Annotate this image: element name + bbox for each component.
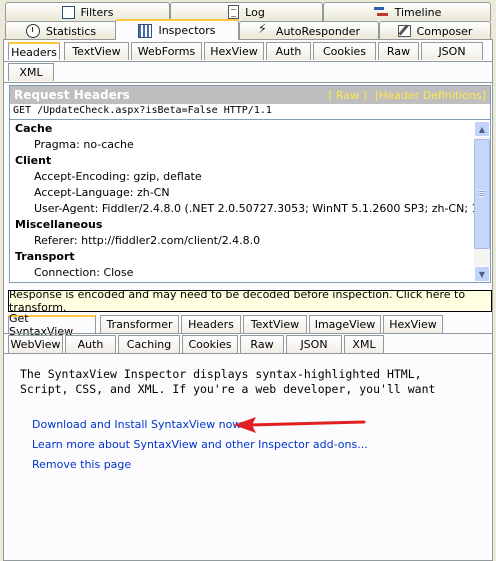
request-headers-title: Request Headers: [14, 88, 130, 102]
resp-tab-raw[interactable]: Raw: [240, 335, 284, 353]
resp-tab-label: Cookies: [188, 338, 232, 351]
resp-tab-label: JSON: [300, 338, 328, 351]
composer-icon: [397, 25, 411, 37]
tab-composer[interactable]: Composer: [379, 21, 491, 40]
header-item[interactable]: Accept-Encoding: gzip, deflate: [10, 169, 475, 185]
resp-tab-label: TextView: [250, 318, 300, 331]
tab-divider: [4, 61, 492, 62]
header-item[interactable]: Accept-Language: zh-CN: [10, 185, 475, 201]
learn-more-link[interactable]: Learn more about SyntaxView and other In…: [32, 438, 368, 451]
headers-scrollbar[interactable]: ▲ ▼: [474, 121, 490, 282]
resp-tab-imageview[interactable]: ImageView: [309, 315, 381, 333]
req-tab-label: XML: [19, 66, 43, 79]
req-tab-json[interactable]: JSON: [421, 42, 483, 60]
tab-divider: [4, 353, 492, 354]
resp-tab-headers[interactable]: Headers: [181, 315, 241, 333]
resp-tab-get-syntaxview[interactable]: Get SyntaxView: [8, 312, 96, 338]
req-tab-label: Headers: [11, 45, 57, 59]
header-item[interactable]: User-Agent: Fiddler/2.4.8.0 (.NET 2.0.50…: [10, 201, 475, 217]
resp-tab-label: HexView: [389, 318, 437, 331]
req-tab-textview[interactable]: TextView: [64, 42, 129, 60]
resp-tab-label: Caching: [126, 338, 172, 351]
header-group-transport[interactable]: Transport: [10, 249, 475, 265]
req-tab-cookies[interactable]: Cookies: [313, 42, 376, 60]
resp-tab-cookies[interactable]: Cookies: [182, 335, 238, 353]
scroll-down-arrow-icon[interactable]: ▼: [474, 266, 490, 282]
resp-tab-textview[interactable]: TextView: [243, 315, 307, 333]
resp-tab-hexview[interactable]: HexView: [383, 315, 443, 333]
resp-tab-label: WebView: [10, 338, 61, 351]
red-arrow-icon: [234, 417, 366, 433]
tab-autoresponder[interactable]: AutoResponder: [239, 21, 379, 40]
tab-inspectors[interactable]: Inspectors: [115, 19, 239, 40]
tab-timeline-label: Timeline: [394, 5, 442, 19]
decode-notice-bar[interactable]: Response is encoded and may need to be d…: [8, 288, 492, 314]
req-tab-label: TextView: [72, 45, 121, 58]
request-headers-titlebar: Request Headers [ Raw ] [Header Definiti…: [10, 86, 490, 104]
resp-tab-label: Headers: [188, 318, 234, 331]
tab-filters-label: Filters: [80, 5, 114, 19]
log-icon: [228, 5, 240, 19]
resp-tab-xml[interactable]: XML: [344, 335, 384, 353]
raw-link[interactable]: [ Raw ]: [328, 89, 367, 102]
header-item[interactable]: Connection: Close: [10, 265, 475, 281]
tab-statistics-label: Statistics: [45, 24, 97, 38]
resp-tab-transformer[interactable]: Transformer: [100, 315, 179, 333]
tab-statistics[interactable]: Statistics: [5, 21, 117, 40]
request-line[interactable]: GET /UpdateCheck.aspx?isBeta=False HTTP/…: [10, 104, 490, 120]
header-item[interactable]: Pragma: no-cache: [10, 137, 475, 153]
lightning-icon: [258, 22, 270, 38]
tab-timeline[interactable]: Timeline: [323, 2, 491, 21]
tab-inspectors-label: Inspectors: [158, 24, 216, 37]
inspectors-icon: [138, 23, 153, 38]
request-headers-view: Request Headers [ Raw ] [Header Definiti…: [9, 85, 491, 283]
header-group-cache[interactable]: Cache: [10, 121, 475, 137]
resp-tab-label: Raw: [250, 338, 274, 351]
resp-tab-json[interactable]: JSON: [286, 335, 342, 353]
syntaxview-description: The SyntaxView Inspector displays syntax…: [20, 367, 490, 397]
req-tab-webforms[interactable]: WebForms: [131, 42, 202, 60]
req-tab-label: HexView: [210, 45, 258, 58]
syntaxview-description-line: Script, CSS, and XML. If you're a web de…: [20, 382, 436, 396]
req-tab-label: Raw: [386, 45, 411, 58]
tab-divider: [4, 333, 492, 334]
req-tab-label: JSON: [438, 45, 466, 58]
req-tab-label: WebForms: [137, 45, 196, 58]
resp-tab-label: ImageView: [314, 318, 376, 331]
checkbox-icon: [61, 5, 75, 19]
req-tab-auth[interactable]: Auth: [266, 42, 311, 60]
syntaxview-description-line: The SyntaxView Inspector displays syntax…: [20, 367, 422, 381]
decode-notice-text: Response is encoded and may need to be d…: [9, 288, 466, 314]
req-tab-label: Auth: [275, 45, 302, 58]
download-syntaxview-link[interactable]: Download and Install SyntaxView now...: [32, 418, 251, 431]
clock-icon: [25, 24, 40, 38]
resp-tab-label: Auth: [77, 338, 104, 351]
header-definitions-link[interactable]: [Header Definitions]: [375, 89, 486, 102]
req-tab-raw[interactable]: Raw: [378, 42, 419, 60]
resp-tab-label: Transformer: [106, 318, 173, 331]
header-item[interactable]: Referer: http://fiddler2.com/client/2.4.…: [10, 233, 475, 249]
resp-tab-auth[interactable]: Auth: [65, 335, 116, 353]
req-tab-hexview[interactable]: HexView: [204, 42, 264, 60]
resp-tab-caching[interactable]: Caching: [118, 335, 180, 353]
scroll-thumb[interactable]: [474, 139, 490, 249]
tab-log-label: Log: [245, 5, 265, 19]
header-group-miscellaneous[interactable]: Miscellaneous: [10, 217, 475, 233]
scroll-up-arrow-icon[interactable]: ▲: [474, 121, 490, 137]
headers-tree[interactable]: Cache Pragma: no-cache Client Accept-Enc…: [10, 121, 475, 281]
req-tab-headers[interactable]: Headers: [8, 42, 60, 60]
resp-tab-label: XML: [352, 338, 376, 351]
tab-autoresponder-label: AutoResponder: [275, 24, 361, 38]
tab-divider: [4, 82, 492, 83]
header-group-client[interactable]: Client: [10, 153, 475, 169]
req-tab-xml[interactable]: XML: [8, 63, 54, 81]
req-tab-label: Cookies: [322, 45, 367, 58]
timeline-icon: [373, 5, 389, 19]
tab-composer-label: Composer: [416, 24, 473, 38]
resp-tab-webview[interactable]: WebView: [8, 335, 63, 353]
remove-page-link[interactable]: Remove this page: [32, 458, 131, 471]
